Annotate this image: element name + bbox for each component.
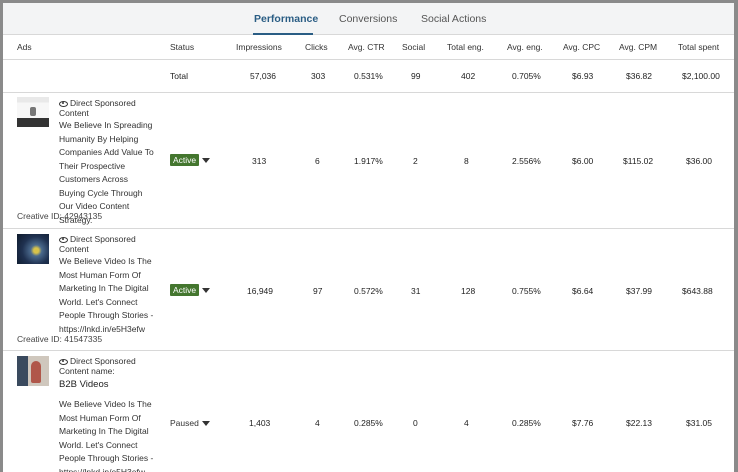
tab-conversions[interactable]: Conversions <box>339 13 397 25</box>
total-spent-value: $31.05 <box>686 418 712 428</box>
total-eng-value: 8 <box>464 156 469 166</box>
avg-cpc-value: $7.76 <box>572 418 594 428</box>
header-total-eng[interactable]: Total eng. <box>447 42 484 52</box>
ad-type-label: Direct Sponsored Content name: <box>59 356 136 376</box>
ad-type-label: Direct Sponsored Content <box>59 234 136 254</box>
campaign-ads-panel: Performance Conversions Social Actions A… <box>3 3 734 472</box>
creative-id: Creative ID: 41547335 <box>17 334 103 344</box>
header-social[interactable]: Social <box>402 42 425 52</box>
caret-down-icon <box>202 288 211 294</box>
status-badge: Paused <box>170 418 199 428</box>
header-impressions[interactable]: Impressions <box>236 42 282 52</box>
total-avg-eng: 0.705% <box>512 71 541 81</box>
ad-name: B2B Videos <box>59 379 109 390</box>
total-total-spent: $2,100.00 <box>682 71 720 81</box>
creative-id: Creative ID: 42943135 <box>17 211 103 221</box>
total-eng-value: 128 <box>461 286 476 296</box>
caret-down-icon <box>202 158 211 164</box>
status-dropdown[interactable]: Active <box>170 284 211 296</box>
status-dropdown[interactable]: Active <box>170 154 211 166</box>
avg-ctr-value: 0.285% <box>354 418 383 428</box>
status-badge: Active <box>170 154 200 166</box>
status-badge: Active <box>170 284 200 296</box>
eye-icon <box>59 236 68 243</box>
header-avg-ctr[interactable]: Avg. CTR <box>348 42 385 52</box>
total-avg-cpm: $36.82 <box>626 71 652 81</box>
eye-icon <box>59 100 68 107</box>
total-avg-cpc: $6.93 <box>572 71 594 81</box>
status-dropdown[interactable]: Paused <box>170 418 210 428</box>
ad-thumbnail[interactable] <box>17 97 49 127</box>
clicks-value: 97 <box>313 286 323 296</box>
header-status[interactable]: Status <box>170 42 194 52</box>
caret-down-icon <box>201 421 210 427</box>
total-total-eng: 402 <box>461 71 476 81</box>
total-label: Total <box>170 71 188 81</box>
avg-cpm-value: $115.02 <box>623 156 654 166</box>
total-spent-value: $643.88 <box>682 286 713 296</box>
total-clicks: 303 <box>311 71 326 81</box>
ad-description[interactable]: We Believe Video Is The Most Human Form … <box>59 255 155 336</box>
tab-performance[interactable]: Performance <box>254 13 318 25</box>
header-clicks[interactable]: Clicks <box>305 42 328 52</box>
ad-description[interactable]: We Believe Video Is The Most Human Form … <box>59 398 155 472</box>
total-spent-value: $36.00 <box>686 156 712 166</box>
social-value: 2 <box>413 156 418 166</box>
avg-cpc-value: $6.00 <box>572 156 594 166</box>
avg-ctr-value: 1.917% <box>354 156 383 166</box>
avg-eng-value: 2.556% <box>512 156 541 166</box>
ad-row: Direct Sponsored Content name: B2B Video… <box>3 351 734 472</box>
total-impressions: 57,036 <box>250 71 276 81</box>
avg-eng-value: 0.755% <box>512 286 541 296</box>
clicks-value: 4 <box>315 418 320 428</box>
eye-icon <box>59 358 68 365</box>
avg-cpc-value: $6.64 <box>572 286 594 296</box>
social-value: 0 <box>413 418 418 428</box>
header-avg-eng[interactable]: Avg. eng. <box>507 42 543 52</box>
tab-social-actions[interactable]: Social Actions <box>421 13 486 25</box>
header-avg-cpm[interactable]: Avg. CPM <box>619 42 657 52</box>
impressions-value: 16,949 <box>247 286 273 296</box>
header-total-spent[interactable]: Total spent <box>678 42 719 52</box>
table-header: Ads Status Impressions Clicks Avg. CTR S… <box>3 35 734 60</box>
clicks-value: 6 <box>315 156 320 166</box>
social-value: 31 <box>411 286 421 296</box>
avg-eng-value: 0.285% <box>512 418 541 428</box>
impressions-value: 1,403 <box>249 418 271 428</box>
ad-row: Direct Sponsored Content We Believe Vide… <box>3 229 734 351</box>
total-eng-value: 4 <box>464 418 469 428</box>
ad-thumbnail[interactable] <box>17 356 49 386</box>
avg-cpm-value: $22.13 <box>626 418 652 428</box>
total-row: Total 57,036 303 0.531% 99 402 0.705% $6… <box>3 60 734 93</box>
ad-thumbnail[interactable] <box>17 234 49 264</box>
ad-row: Direct Sponsored Content We Believe In S… <box>3 93 734 229</box>
total-avg-ctr: 0.531% <box>354 71 383 81</box>
avg-cpm-value: $37.99 <box>626 286 652 296</box>
header-ads: Ads <box>17 42 32 52</box>
avg-ctr-value: 0.572% <box>354 286 383 296</box>
header-avg-cpc[interactable]: Avg. CPC <box>563 42 600 52</box>
metrics-tab-bar: Performance Conversions Social Actions <box>3 3 734 35</box>
total-social: 99 <box>411 71 421 81</box>
impressions-value: 313 <box>252 156 267 166</box>
ad-type-label: Direct Sponsored Content <box>59 98 136 118</box>
